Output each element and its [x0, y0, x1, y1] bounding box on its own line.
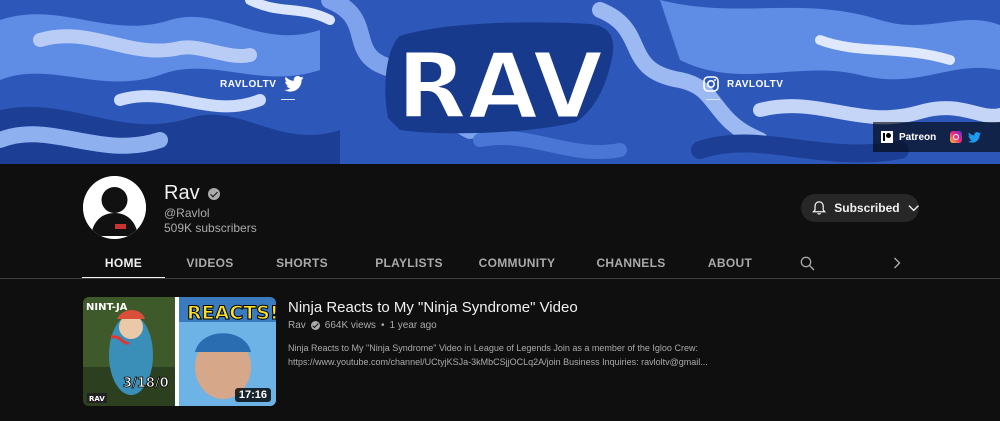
twitter-icon[interactable]: [968, 131, 982, 143]
video-description-line: Ninja Reacts to My "Ninja Syndrome" Vide…: [288, 343, 698, 353]
banner-links: Patreon: [873, 122, 1000, 152]
banner-twitter-link: RAVLOLTV: [220, 76, 305, 92]
video-description: Ninja Reacts to My "Ninja Syndrome" Vide…: [288, 341, 738, 369]
channel-name-row: Rav: [164, 182, 220, 205]
thumbnail-badge: RAV: [89, 395, 105, 403]
bell-icon: [812, 201, 827, 215]
channel-name: Rav: [164, 182, 200, 204]
thumbnail-text-score: 3/18/0: [123, 376, 169, 391]
divider: [281, 99, 295, 100]
video-duration: 17:16: [234, 388, 271, 402]
tabs-divider: [0, 278, 1000, 279]
subscribed-label: Subscribed: [834, 201, 900, 215]
video-meta: Rav 664K views • 1 year ago: [288, 320, 437, 331]
channel-banner: RAV RAVLOLTV RAVLOLTV Patreon: [0, 0, 1000, 164]
tab-playlists[interactable]: PLAYLISTS: [364, 248, 454, 278]
meta-separator: •: [380, 320, 385, 331]
tab-home[interactable]: HOME: [82, 248, 165, 279]
tab-channels[interactable]: CHANNELS: [589, 248, 673, 278]
twitter-icon: [284, 76, 305, 92]
verified-icon: [207, 187, 220, 200]
video-title[interactable]: Ninja Reacts to My "Ninja Syndrome" Vide…: [288, 299, 578, 316]
banner-instagram-link: RAVLOLTV: [703, 76, 783, 92]
channel-tabs: HOME VIDEOS SHORTS PLAYLISTS COMMUNITY C…: [82, 248, 918, 279]
verified-icon: [310, 321, 320, 330]
instagram-icon[interactable]: [950, 131, 963, 143]
chevron-down-icon: [908, 205, 919, 212]
divider: [706, 99, 720, 100]
avatar-silhouette: [83, 176, 146, 239]
video-views: 664K views: [324, 320, 376, 331]
chevron-right-icon: [894, 257, 901, 269]
video-thumbnail[interactable]: NINT-JA REACTS! 3/18/0 RAV 17:16: [83, 297, 276, 406]
channel-avatar: [83, 176, 146, 239]
subscribed-button[interactable]: Subscribed: [801, 194, 919, 222]
instagram-icon: [703, 76, 719, 92]
video-channel-name[interactable]: Rav: [288, 320, 306, 331]
banner-instagram-handle: RAVLOLTV: [727, 78, 784, 90]
tab-community[interactable]: COMMUNITY: [472, 248, 562, 278]
tab-shorts[interactable]: SHORTS: [266, 248, 338, 278]
patreon-icon[interactable]: [881, 131, 893, 143]
thumbnail-text-reacts: REACTS!: [187, 302, 276, 324]
logo-text: RAV: [397, 33, 604, 138]
tab-about[interactable]: ABOUT: [698, 248, 762, 278]
rav-logo: RAV: [385, 22, 614, 138]
search-button[interactable]: [795, 248, 819, 278]
video-description-line: https://www.youtube.com/channel/UCtyjKSJ…: [288, 357, 708, 367]
patreon-link[interactable]: Patreon: [899, 132, 936, 143]
channel-handle: @Ravlol: [164, 206, 210, 220]
banner-twitter-handle: RAVLOLTV: [220, 78, 277, 90]
subscriber-count: 509K subscribers: [164, 221, 257, 235]
thumbnail-text-ninja: NINT-JA: [86, 302, 128, 313]
search-icon: [800, 256, 814, 270]
tab-videos[interactable]: VIDEOS: [174, 248, 246, 278]
tabs-next-button[interactable]: [885, 248, 909, 278]
video-age: 1 year ago: [389, 320, 437, 331]
